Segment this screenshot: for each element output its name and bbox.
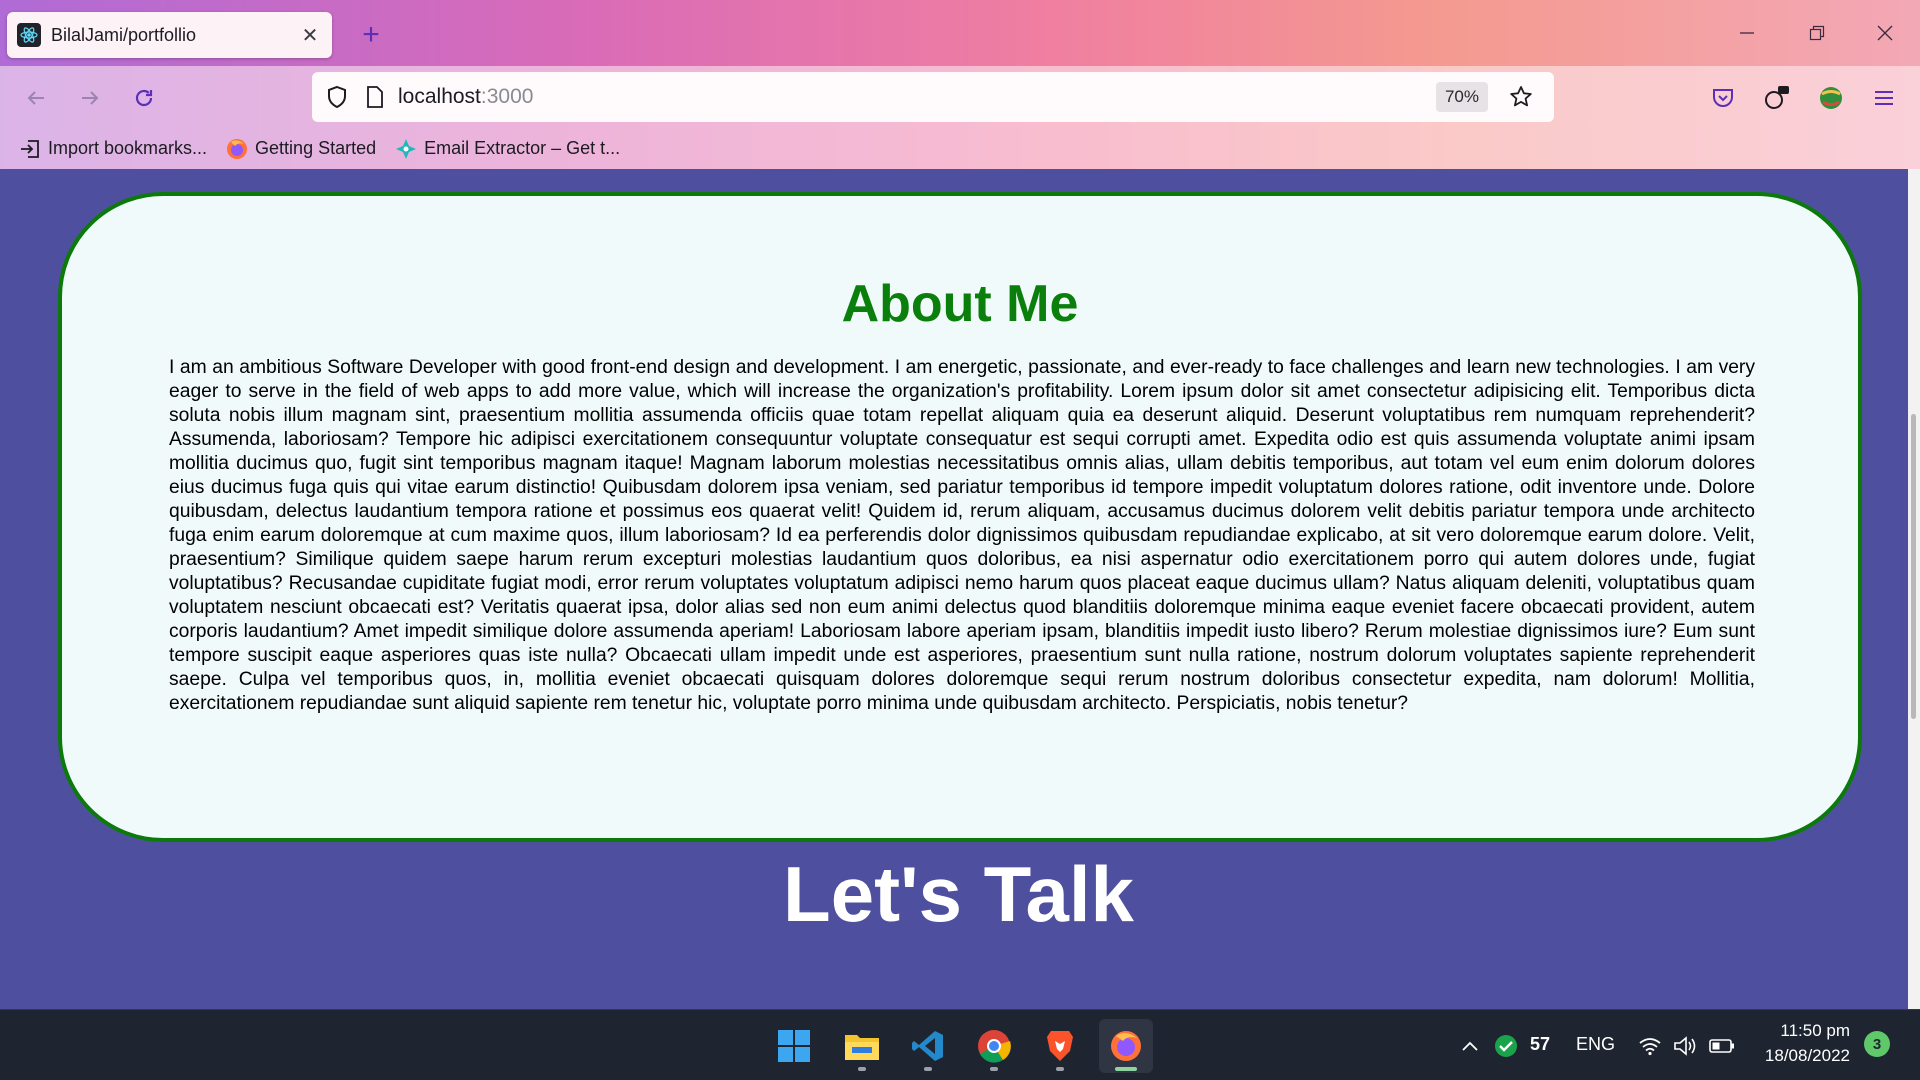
chrome-icon[interactable] xyxy=(967,1019,1021,1073)
running-indicator xyxy=(990,1067,998,1071)
page-viewport: About Me I am an ambitious Software Deve… xyxy=(9,169,1908,1009)
about-title: About Me xyxy=(841,275,1079,333)
vscode-icon[interactable] xyxy=(901,1019,955,1073)
chevron-up-icon[interactable] xyxy=(1456,1032,1484,1060)
clock-date[interactable]: 18/08/2022 xyxy=(1756,1046,1850,1066)
url-bar[interactable]: localhost:3000 70% xyxy=(312,72,1554,122)
firefox-taskbar-icon[interactable] xyxy=(1099,1019,1153,1073)
bookmark-getting-started[interactable]: Getting Started xyxy=(225,137,376,161)
bookmark-label: Getting Started xyxy=(255,138,377,158)
page-icon[interactable] xyxy=(360,82,390,112)
bookmark-email-extractor[interactable]: Email Extractor – Get t... xyxy=(394,137,620,161)
reload-button[interactable] xyxy=(124,78,164,118)
bookmarks-toolbar: Import bookmarks... Getting Started Emai… xyxy=(0,128,1920,169)
menu-icon[interactable] xyxy=(1864,78,1904,118)
url-host: localhost xyxy=(398,85,481,108)
security-check-icon[interactable] xyxy=(1492,1032,1520,1060)
tab-strip: BilalJami/portfollio ✕ + xyxy=(0,0,1920,66)
profile-globe-icon[interactable] xyxy=(1811,78,1851,118)
about-section: About Me I am an ambitious Software Deve… xyxy=(58,192,1862,842)
shield-icon[interactable] xyxy=(322,82,352,112)
running-indicator xyxy=(924,1067,932,1071)
navigation-toolbar: localhost:3000 70% xyxy=(0,66,1920,128)
windows-taskbar: 57 ENG 11:50 pm 18/08/2022 3 xyxy=(0,1009,1920,1080)
tab-title: BilalJami/portfollio xyxy=(51,24,197,45)
temperature-text[interactable]: 57 xyxy=(1530,1034,1550,1055)
close-window-button[interactable] xyxy=(1858,12,1912,54)
minimize-button[interactable] xyxy=(1720,12,1774,54)
new-tab-button[interactable]: + xyxy=(352,16,390,54)
back-button[interactable] xyxy=(16,78,56,118)
firefox-icon xyxy=(225,137,249,161)
brave-icon[interactable] xyxy=(1033,1019,1087,1073)
active-indicator xyxy=(1115,1067,1137,1071)
url-text[interactable]: localhost:3000 xyxy=(398,85,1436,109)
wifi-icon[interactable] xyxy=(1636,1032,1664,1060)
extractor-icon xyxy=(394,137,418,161)
forward-button[interactable] xyxy=(70,78,110,118)
windows-start-icon[interactable] xyxy=(767,1019,821,1073)
bookmark-label: Email Extractor – Get t... xyxy=(424,138,621,158)
close-tab-icon[interactable]: ✕ xyxy=(298,23,322,48)
import-icon xyxy=(18,137,42,161)
clock-time[interactable]: 11:50 pm xyxy=(1760,1021,1850,1041)
zoom-level-badge[interactable]: 70% xyxy=(1435,82,1488,112)
react-icon xyxy=(17,23,41,47)
battery-icon[interactable] xyxy=(1708,1032,1736,1060)
bookmark-label: Import bookmarks... xyxy=(48,138,208,158)
bookmark-import[interactable]: Import bookmarks... xyxy=(18,137,207,161)
running-indicator xyxy=(1056,1067,1064,1071)
pocket-icon[interactable] xyxy=(1703,78,1743,118)
language-indicator[interactable]: ENG xyxy=(1576,1034,1615,1055)
notification-badge[interactable]: 3 xyxy=(1864,1031,1890,1057)
restore-button[interactable] xyxy=(1790,12,1844,54)
url-port: :3000 xyxy=(480,85,534,108)
file-explorer-icon[interactable] xyxy=(835,1019,889,1073)
scrollbar-thumb[interactable] xyxy=(1911,414,1916,719)
extension-icon[interactable] xyxy=(1757,78,1797,118)
volume-icon[interactable] xyxy=(1672,1032,1700,1060)
page-scrollbar[interactable] xyxy=(1908,169,1920,1009)
about-text: I am an ambitious Software Developer wit… xyxy=(169,357,1755,714)
tab-portfolio[interactable]: BilalJami/portfollio ✕ xyxy=(7,12,332,58)
lets-talk-title: Let's Talk xyxy=(783,850,1134,938)
running-indicator xyxy=(858,1067,866,1071)
browser-chrome: BilalJami/portfollio ✕ + localhost:3000 … xyxy=(0,0,1920,169)
bookmark-star-icon[interactable] xyxy=(1506,82,1536,112)
